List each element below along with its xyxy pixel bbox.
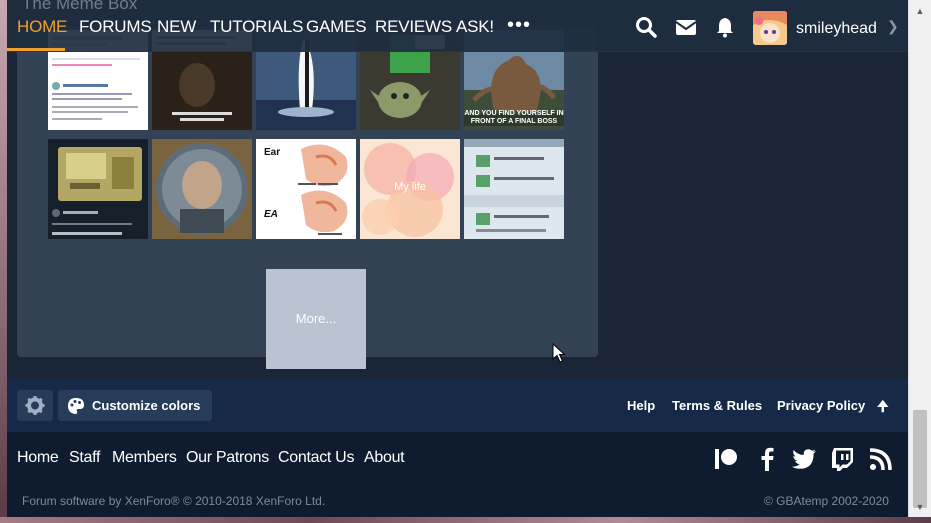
- page-background-bottom: [0, 517, 931, 523]
- forum-screenshot-image: [464, 139, 564, 239]
- twitter-icon[interactable]: [791, 446, 817, 472]
- customize-colors-button[interactable]: Customize colors: [58, 390, 212, 421]
- chevron-right-icon[interactable]: ❯: [887, 18, 899, 35]
- footer-bottom: Home Staff Members Our Patrons Contact U…: [7, 432, 908, 517]
- twitch-icon[interactable]: [830, 446, 856, 472]
- scroll-down-arrow-icon[interactable]: ▼: [909, 498, 931, 516]
- page-title: The Meme Box: [22, 0, 138, 13]
- thumbnail-my-life-image[interactable]: My life: [360, 139, 460, 239]
- portrait-photo-image: [152, 139, 252, 239]
- xenforo-copyright: Forum software by XenForo® © 2010-2018 X…: [22, 494, 326, 508]
- nav-new[interactable]: NEW: [157, 17, 196, 37]
- envelope-icon[interactable]: [675, 16, 697, 38]
- nav-games[interactable]: GAMES: [306, 17, 367, 37]
- more-menu-icon[interactable]: •••: [507, 14, 531, 37]
- footer-bar: Customize colors Help Terms & Rules Priv…: [7, 380, 908, 432]
- final-boss-caption: AND YOU FIND YOURSELF IN FRONT OF A FINA…: [464, 110, 564, 125]
- user-avatar[interactable]: [753, 11, 787, 45]
- scroll-up-arrow-icon[interactable]: ▲: [909, 2, 931, 20]
- nav-forums[interactable]: FORUMS: [79, 17, 152, 37]
- vertical-scrollbar[interactable]: ▲ ▼: [908, 0, 931, 517]
- thumbnail-gameboy-tweet[interactable]: [48, 139, 148, 239]
- top-navbar: The Meme Box HOME FORUMS NEW TUTORIALS G…: [7, 0, 908, 52]
- rss-icon[interactable]: [868, 446, 894, 472]
- help-link[interactable]: Help: [627, 398, 655, 413]
- search-icon[interactable]: [635, 16, 657, 38]
- username[interactable]: smileyhead: [796, 20, 877, 38]
- scroll-to-top-icon[interactable]: 🠉: [877, 396, 889, 420]
- meme-box-panel: AND YOU FIND YOURSELF IN FRONT OF A FINA…: [17, 26, 598, 369]
- customize-colors-label: Customize colors: [92, 398, 201, 413]
- nav-reviews[interactable]: REVIEWS: [375, 17, 452, 37]
- scrollbar-thumb[interactable]: [913, 410, 927, 508]
- more-button[interactable]: More...: [266, 269, 366, 369]
- footer-link-about[interactable]: About: [364, 449, 405, 467]
- thumbnail-portrait-photo[interactable]: [152, 139, 252, 239]
- footer-link-staff[interactable]: Staff: [69, 449, 100, 467]
- site-copyright: © GBAtemp 2002-2020: [764, 494, 889, 508]
- page: AND YOU FIND YOURSELF IN FRONT OF A FINA…: [7, 0, 908, 517]
- gameboy-tweet-image: [48, 139, 148, 239]
- footer-link-contact-us[interactable]: Contact Us: [278, 449, 354, 467]
- style-chooser-button[interactable]: [17, 390, 53, 421]
- nav-active-indicator: [7, 48, 65, 51]
- thumbnail-forum-screenshot[interactable]: [464, 139, 564, 239]
- nav-ask[interactable]: ASK!: [456, 17, 494, 37]
- nav-home[interactable]: HOME: [17, 17, 67, 37]
- palette-icon: [68, 398, 84, 414]
- privacy-policy-link[interactable]: Privacy Policy: [777, 398, 865, 413]
- bell-icon[interactable]: [714, 16, 736, 38]
- footer-link-home[interactable]: Home: [17, 449, 59, 467]
- nav-tutorials[interactable]: TUTORIALS: [210, 17, 303, 37]
- mouse-cursor-icon: [552, 343, 566, 363]
- patreon-icon[interactable]: [713, 446, 739, 472]
- thumbnail-ea-ear-meme[interactable]: Ear EA: [256, 139, 356, 239]
- terms-rules-link[interactable]: Terms & Rules: [672, 398, 762, 413]
- avatar-image: [753, 11, 787, 45]
- footer-link-our-patrons[interactable]: Our Patrons: [186, 449, 269, 467]
- my-life-caption: My life: [394, 181, 426, 193]
- footer-link-members[interactable]: Members: [112, 449, 177, 467]
- facebook-icon[interactable]: [754, 446, 780, 472]
- ear-label: Ear: [264, 147, 281, 158]
- gear-icon: [25, 396, 45, 415]
- page-background-left: [0, 0, 7, 523]
- ea-label: EA: [264, 209, 278, 220]
